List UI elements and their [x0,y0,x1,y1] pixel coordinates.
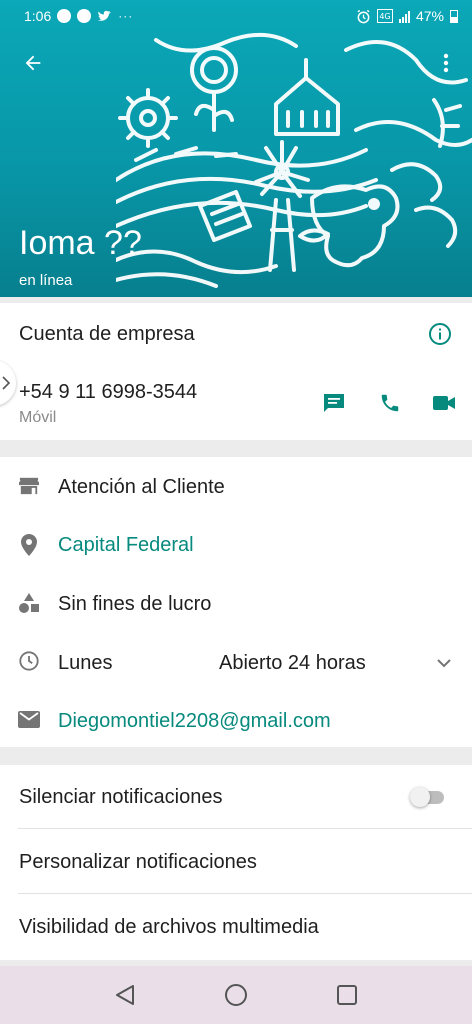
nav-home-button[interactable] [216,975,256,1015]
nav-back-button[interactable] [105,975,145,1015]
toggle-knob [410,787,430,807]
battery-percent: 47% [415,8,444,24]
hours-value[interactable]: Abierto 24 horas [219,652,366,675]
svg-text:4G: 4G [379,12,390,21]
chevron-down-icon [437,659,451,668]
info-icon [429,323,451,345]
back-button[interactable] [18,48,48,78]
message-button[interactable] [320,389,348,417]
profile-header: 1:06 ··· 4G 47% Ioma ?? en línea [0,0,472,297]
contact-online-status: en línea [19,272,73,289]
phone-number[interactable]: +54 9 11 6998-3544 [19,381,197,404]
square-recents-icon [336,985,357,1005]
business-account-card: Cuenta de empresa +54 9 11 6998-3544 Móv… [0,303,472,440]
contact-name: Ioma ?? [19,224,142,262]
status-more-dots: ··· [118,9,134,23]
video-icon [433,396,455,410]
twitter-notification-icon [98,10,112,21]
business-type: Sin fines de lucro [58,593,212,615]
expand-hours-button[interactable] [432,651,456,675]
status-time: 1:06 [24,8,52,24]
divider [18,828,472,829]
hours-day[interactable]: Lunes [58,652,113,675]
divider [18,893,472,894]
triangle-back-icon [116,985,135,1005]
custom-notifications-item[interactable]: Personalizar notificaciones [19,851,257,874]
chevron-right-icon [2,376,11,390]
video-call-button[interactable] [430,389,458,417]
phone-type: Móvil [19,409,57,426]
signal-icon [398,10,410,23]
email-icon [17,708,41,730]
business-category: Atención al Cliente [58,476,225,498]
business-email[interactable]: Diegomontiel2208@gmail.com [58,710,331,733]
call-button[interactable] [376,389,404,417]
notification-settings-card: Silenciar notificaciones Personalizar no… [0,765,472,960]
nav-recents-button[interactable] [327,975,367,1015]
status-bar: 1:06 ··· 4G 47% [0,0,472,32]
alarm-icon [357,9,370,23]
media-visibility-item[interactable]: Visibilidad de archivos multimedia [19,916,319,939]
info-button[interactable] [426,320,454,348]
system-navigation-bar [0,966,472,1024]
clock-icon [17,649,41,673]
business-details-card: Atención al Cliente Capital Federal Sin … [0,457,472,747]
4g-icon: 4G [376,9,393,23]
messenger-notification-icon [77,9,92,23]
mute-notifications-toggle[interactable] [408,786,446,808]
message-icon [324,394,344,412]
battery-icon [450,9,458,23]
arrow-back-icon [25,55,41,71]
profile-photo[interactable] [116,30,472,297]
business-account-label: Cuenta de empresa [19,323,195,345]
category-shapes-icon [17,591,41,615]
store-icon [17,474,41,498]
phone-icon [381,394,399,412]
circle-home-icon [224,984,247,1006]
more-vert-icon [443,53,449,73]
mute-notifications-label[interactable]: Silenciar notificaciones [19,786,222,809]
business-location[interactable]: Capital Federal [58,534,194,557]
location-pin-icon [17,532,41,558]
more-options-button[interactable] [434,48,458,78]
whatsapp-notification-icon [57,9,72,23]
